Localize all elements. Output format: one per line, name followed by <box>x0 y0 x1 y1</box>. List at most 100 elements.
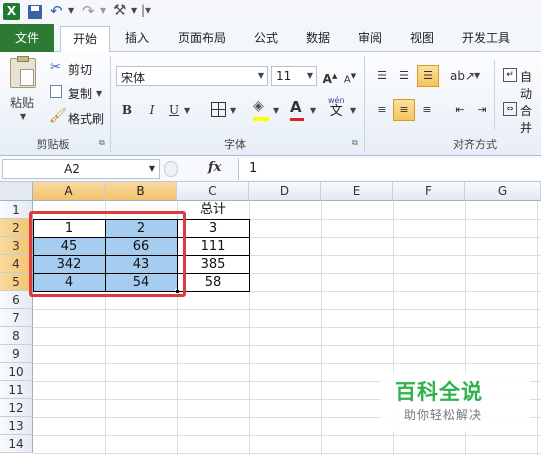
merge-icon[interactable]: ⇔ <box>503 102 517 116</box>
cell-c5[interactable]: 58 <box>177 274 249 292</box>
watermark-title: 百科全说 <box>395 380 483 404</box>
column-header-b[interactable]: B <box>105 182 177 201</box>
font-size-dropdown[interactable]: 11 ▼ <box>271 66 317 86</box>
cell-b4[interactable]: 43 <box>105 256 177 274</box>
select-all-corner[interactable] <box>0 182 33 201</box>
paste-button-label[interactable]: 粘贴 <box>10 94 34 111</box>
align-top-icon[interactable]: ☰ <box>372 66 392 86</box>
paste-icon[interactable] <box>10 56 36 88</box>
align-left-icon[interactable]: ≡ <box>372 100 392 120</box>
row-header-13[interactable]: 13 <box>0 417 33 435</box>
copy-dropdown-icon[interactable]: ▼ <box>96 89 102 98</box>
excel-logo-icon[interactable]: X <box>3 3 20 20</box>
column-header-d[interactable]: D <box>249 182 321 201</box>
merge-button[interactable]: 合并 <box>520 102 541 136</box>
border-icon[interactable] <box>211 102 226 117</box>
copy-icon[interactable] <box>50 85 62 98</box>
tab-view[interactable]: 视图 <box>402 26 442 52</box>
cell-b2[interactable]: 2 <box>105 220 177 238</box>
cell-b3[interactable]: 66 <box>105 238 177 256</box>
row-header-14[interactable]: 14 <box>0 435 33 453</box>
row-header-8[interactable]: 8 <box>0 327 33 345</box>
ribbon-tabs: 文件 开始 插入 页面布局 公式 数据 审阅 视图 开发工具 <box>0 24 541 53</box>
border-dropdown-icon[interactable]: ▼ <box>230 106 236 115</box>
tab-review[interactable]: 审阅 <box>350 26 390 52</box>
cut-icon[interactable]: ✂ <box>50 60 61 75</box>
phonetic-dropdown-icon[interactable]: ▼ <box>350 106 356 115</box>
ribbon-home: 粘贴 ▼ ✂ 剪切 复制 ▼ 🖌 格式刷 剪贴板 ⧉ 宋体 ▼ 11 ▼ A▲ … <box>0 52 541 156</box>
copy-button[interactable]: 复制 <box>68 85 92 102</box>
align-center-icon[interactable]: ≡ <box>393 99 415 121</box>
increase-indent-icon[interactable]: ⇥ <box>472 100 492 120</box>
formula-bar: A2 ▼ fx 1 <box>0 156 541 182</box>
formula-bar-splitter[interactable] <box>164 161 178 177</box>
bold-button[interactable]: B <box>117 100 137 120</box>
underline-dropdown-icon[interactable]: ▼ <box>184 106 190 115</box>
font-color-dropdown-icon[interactable]: ▼ <box>310 106 316 115</box>
tab-data[interactable]: 数据 <box>298 26 338 52</box>
tab-home[interactable]: 开始 <box>60 26 110 53</box>
tab-insert[interactable]: 插入 <box>116 26 158 52</box>
align-right-icon[interactable]: ≡ <box>417 100 437 120</box>
tab-developer[interactable]: 开发工具 <box>454 26 518 52</box>
redo-icon[interactable]: ↷ <box>82 2 95 20</box>
font-name-value: 宋体 <box>121 71 146 85</box>
shrink-font-icon[interactable]: A▼ <box>340 66 360 86</box>
fill-color-icon[interactable]: ◈ <box>253 98 269 121</box>
cell-a4[interactable]: 342 <box>33 256 105 274</box>
undo-icon[interactable]: ↶ <box>50 2 63 20</box>
toolbar-more-icon[interactable]: |▾ <box>141 3 151 17</box>
format-painter-button[interactable]: 格式刷 <box>68 110 104 127</box>
tab-formulas[interactable]: 公式 <box>246 26 286 52</box>
row-header-7[interactable]: 7 <box>0 309 33 327</box>
cut-button[interactable]: 剪切 <box>68 61 92 78</box>
italic-button[interactable]: I <box>142 100 162 120</box>
insert-function-icon[interactable]: fx <box>208 160 238 175</box>
format-painter-icon[interactable]: 🖌 <box>49 108 67 124</box>
row-header-10[interactable]: 10 <box>0 363 33 381</box>
paste-dropdown-icon[interactable]: ▼ <box>20 112 26 121</box>
column-header-a[interactable]: A <box>33 182 105 201</box>
decrease-indent-icon[interactable]: ⇤ <box>450 100 470 120</box>
tab-page-layout[interactable]: 页面布局 <box>170 26 234 52</box>
wrap-text-button[interactable]: 自动 <box>520 68 541 102</box>
formula-input[interactable]: 1 <box>238 158 541 180</box>
cell-c2[interactable]: 3 <box>177 220 249 238</box>
redo-dropdown-icon[interactable]: ▼ <box>100 6 106 15</box>
row-header-12[interactable]: 12 <box>0 399 33 417</box>
wrap-text-icon[interactable]: ↵ <box>503 68 517 82</box>
cell-c4[interactable]: 385 <box>177 256 249 274</box>
grow-font-icon[interactable]: A▲ <box>320 66 340 86</box>
column-header-c[interactable]: C <box>177 182 249 201</box>
cell-a5[interactable]: 4 <box>33 274 105 292</box>
cell-c3[interactable]: 111 <box>177 238 249 256</box>
clipboard-launcher-icon[interactable]: ⧉ <box>99 138 105 148</box>
cell-b5[interactable]: 54 <box>105 274 177 292</box>
phonetic-icon[interactable]: wén 文 <box>328 96 345 118</box>
align-bottom-icon[interactable]: ☰ <box>417 65 439 87</box>
customize-icon[interactable]: ⚒ <box>113 1 126 19</box>
align-middle-icon[interactable]: ☰ <box>394 66 414 86</box>
undo-dropdown-icon[interactable]: ▼ <box>68 6 74 15</box>
font-size-value: 11 <box>276 69 292 83</box>
font-color-icon[interactable]: A <box>290 98 304 121</box>
column-header-g[interactable]: G <box>465 182 541 201</box>
font-name-dropdown[interactable]: 宋体 ▼ <box>116 66 268 86</box>
customize-dropdown-icon[interactable]: ▼ <box>131 6 137 15</box>
column-header-e[interactable]: E <box>321 182 393 201</box>
cell-c1[interactable]: 总计 <box>177 201 249 219</box>
cell-a2[interactable]: 1 <box>33 220 105 238</box>
font-launcher-icon[interactable]: ⧉ <box>352 138 358 148</box>
name-box[interactable]: A2 ▼ <box>2 159 160 179</box>
save-icon[interactable] <box>28 5 42 19</box>
row-header-9[interactable]: 9 <box>0 345 33 363</box>
cell-a3[interactable]: 45 <box>33 238 105 256</box>
column-header-f[interactable]: F <box>393 182 465 201</box>
row-header-11[interactable]: 11 <box>0 381 33 399</box>
worksheet-grid[interactable]: A B C D E F G 1 2 3 4 5 6 7 8 9 10 11 12… <box>0 182 541 455</box>
orientation-dropdown-icon[interactable]: ▼ <box>474 71 480 80</box>
tab-file[interactable]: 文件 <box>0 24 54 52</box>
fill-color-dropdown-icon[interactable]: ▼ <box>273 106 279 115</box>
orientation-icon[interactable]: ab↗ <box>450 66 475 86</box>
underline-button[interactable]: U <box>164 100 184 120</box>
